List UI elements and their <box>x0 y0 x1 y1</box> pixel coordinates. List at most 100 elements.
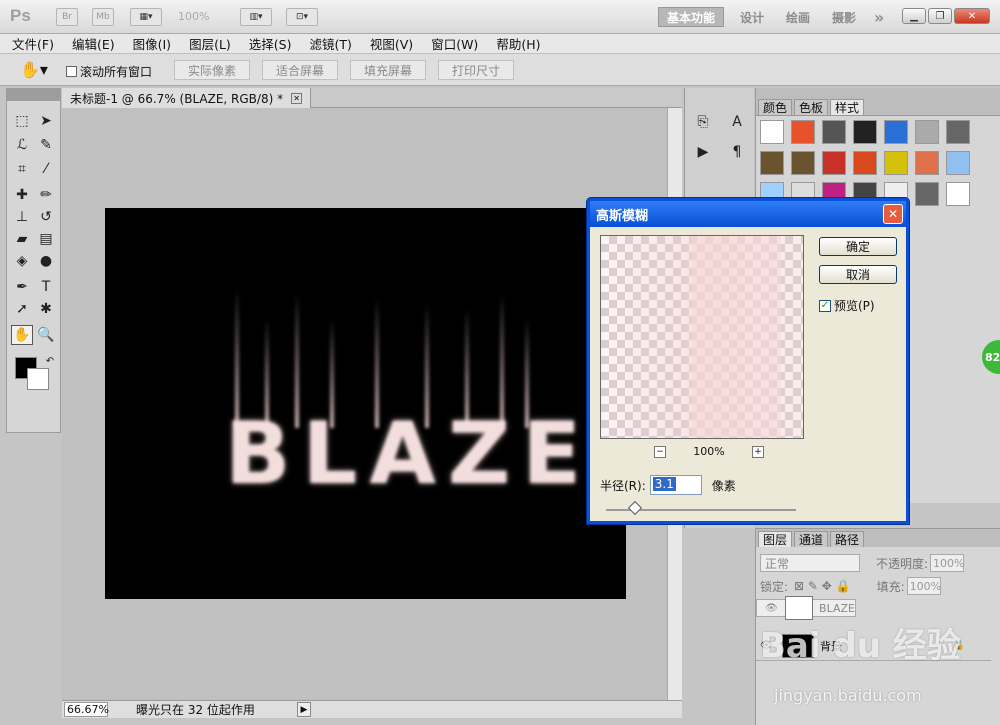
checkbox-box[interactable] <box>66 66 77 77</box>
quick-select-tool-icon[interactable]: ✎ <box>35 135 57 155</box>
tab-styles[interactable]: 样式 <box>830 99 865 115</box>
close-document-icon[interactable]: ✕ <box>291 92 303 104</box>
workspace-photography[interactable]: 摄影 <box>824 7 864 27</box>
menu-edit[interactable]: 编辑(E) <box>72 34 115 53</box>
shape-tool-icon[interactable]: ✱ <box>35 299 57 319</box>
document-tab[interactable]: 未标题-1 @ 66.7% (BLAZE, RGB/8) * ✕ <box>62 88 312 108</box>
print-size-button[interactable]: 打印尺寸 <box>438 60 514 80</box>
style-swatch[interactable] <box>760 151 784 175</box>
blend-mode-select[interactable]: 正常 <box>760 554 860 572</box>
style-swatch[interactable] <box>946 120 970 144</box>
opacity-field[interactable]: 100% <box>930 554 965 572</box>
menu-file[interactable]: 文件(F) <box>12 34 54 53</box>
filter-preview[interactable] <box>600 235 804 439</box>
zoom-in-icon[interactable]: + <box>752 445 764 458</box>
radius-input[interactable]: 3.1 <box>649 475 702 495</box>
scroll-all-windows-checkbox[interactable]: 滚动所有窗口 <box>66 63 152 80</box>
style-swatch[interactable] <box>853 120 877 144</box>
menu-filter[interactable]: 滤镜(T) <box>309 34 351 53</box>
actions-panel-icon[interactable]: ▶ <box>689 140 717 164</box>
checkmark-icon[interactable]: ✓ <box>819 299 831 312</box>
lasso-tool-icon[interactable]: ℒ <box>11 135 33 155</box>
background-color-swatch[interactable] <box>27 368 49 390</box>
crop-tool-icon[interactable]: ⌗ <box>11 159 33 179</box>
menu-window[interactable]: 窗口(W) <box>431 34 478 53</box>
brush-tool-icon[interactable]: ✏ <box>35 185 57 205</box>
healing-brush-tool-icon[interactable]: ✚ <box>11 185 33 205</box>
tab-swatches[interactable]: 色板 <box>794 99 829 115</box>
clone-stamp-tool-icon[interactable]: ⊥ <box>11 207 33 227</box>
marquee-tool-icon[interactable]: ⬚ <box>11 111 33 131</box>
bridge-button[interactable]: Br <box>56 8 78 26</box>
style-swatch[interactable] <box>915 120 939 144</box>
preview-checkbox[interactable]: ✓ 预览(P) <box>819 297 875 314</box>
style-swatch[interactable] <box>822 151 846 175</box>
style-swatch[interactable] <box>822 120 846 144</box>
menu-view[interactable]: 视图(V) <box>370 34 413 53</box>
eraser-tool-icon[interactable]: ▰ <box>11 229 33 249</box>
cancel-button[interactable]: 取消 <box>819 265 897 284</box>
hand-tool-preset-icon[interactable]: ✋▾ <box>20 60 48 79</box>
close-window-button[interactable]: ✕ <box>954 8 990 24</box>
tab-color[interactable]: 颜色 <box>758 99 793 115</box>
tab-channels[interactable]: 通道 <box>794 531 829 547</box>
blur-tool-icon[interactable]: ◈ <box>11 251 33 271</box>
history-panel-icon[interactable]: ⎘ <box>689 110 717 134</box>
character-panel-icon[interactable]: A <box>723 110 751 134</box>
tab-paths[interactable]: 路径 <box>830 531 865 547</box>
move-tool-icon[interactable]: ➤ <box>35 111 57 131</box>
style-swatch[interactable] <box>884 120 908 144</box>
lock-icons[interactable]: ⊠ ✎ ✥ 🔒 <box>794 579 851 593</box>
status-menu-arrow-icon[interactable]: ▶ <box>297 702 311 717</box>
menu-select[interactable]: 选择(S) <box>249 34 292 53</box>
zoom-level-dropdown[interactable]: 100% <box>178 10 209 23</box>
history-brush-tool-icon[interactable]: ↺ <box>35 207 57 227</box>
pen-tool-icon[interactable]: ✒ <box>11 277 33 297</box>
type-tool-icon[interactable]: T <box>35 277 57 297</box>
menu-image[interactable]: 图像(I) <box>133 34 171 53</box>
style-swatch[interactable] <box>853 151 877 175</box>
actual-pixels-button[interactable]: 实际像素 <box>174 60 250 80</box>
path-selection-tool-icon[interactable]: ➚ <box>11 299 33 319</box>
menu-help[interactable]: 帮助(H) <box>496 34 540 53</box>
mini-bridge-button[interactable]: Mb <box>92 8 114 26</box>
style-swatch[interactable] <box>946 151 970 175</box>
paragraph-panel-icon[interactable]: ¶ <box>723 140 751 164</box>
style-swatch[interactable] <box>791 120 815 144</box>
fill-screen-button[interactable]: 填充屏幕 <box>350 60 426 80</box>
eyedropper-tool-icon[interactable]: ⁄ <box>35 159 57 179</box>
fit-screen-button[interactable]: 适合屏幕 <box>262 60 338 80</box>
zoom-field[interactable]: 66.67% <box>64 702 109 717</box>
zoom-out-icon[interactable]: − <box>654 445 666 458</box>
restore-button[interactable]: ❐ <box>928 8 952 24</box>
zoom-tool-icon[interactable]: 🔍 <box>35 325 57 345</box>
screen-mode-button[interactable]: ⊡▾ <box>286 8 318 26</box>
style-swatch[interactable] <box>791 151 815 175</box>
dodge-tool-icon[interactable]: ● <box>35 251 57 271</box>
view-extras-button[interactable]: ▦▾ <box>130 8 162 26</box>
radius-slider-thumb[interactable] <box>627 500 643 516</box>
style-swatch[interactable] <box>915 151 939 175</box>
document-canvas[interactable]: BLAZE <box>105 208 626 599</box>
hand-tool-icon[interactable]: ✋ <box>11 325 33 345</box>
style-swatch[interactable] <box>915 182 939 206</box>
layer-row-blaze[interactable]: 👁 BLAZE <box>756 596 856 620</box>
workspace-design[interactable]: 设计 <box>732 7 772 27</box>
menu-layer[interactable]: 图层(L) <box>189 34 231 53</box>
arrange-documents-button[interactable]: ▥▾ <box>240 8 272 26</box>
dialog-close-icon[interactable]: ✕ <box>883 204 903 224</box>
visibility-eye-icon[interactable]: 👁 <box>765 603 779 614</box>
toolbox-header[interactable] <box>7 89 60 101</box>
more-workspaces-button[interactable]: » <box>866 7 892 27</box>
style-swatch[interactable] <box>946 182 970 206</box>
tab-layers[interactable]: 图层 <box>758 531 793 547</box>
workspace-essentials[interactable]: 基本功能 <box>658 7 725 27</box>
style-swatch[interactable] <box>760 120 784 144</box>
gradient-tool-icon[interactable]: ▤ <box>35 229 57 249</box>
radius-slider[interactable] <box>606 500 796 516</box>
fill-field[interactable]: 100% <box>906 577 941 595</box>
swap-colors-icon[interactable]: ↶ <box>39 351 61 371</box>
ok-button[interactable]: 确定 <box>819 237 897 256</box>
style-swatch[interactable] <box>884 151 908 175</box>
workspace-painting[interactable]: 绘画 <box>778 7 818 27</box>
